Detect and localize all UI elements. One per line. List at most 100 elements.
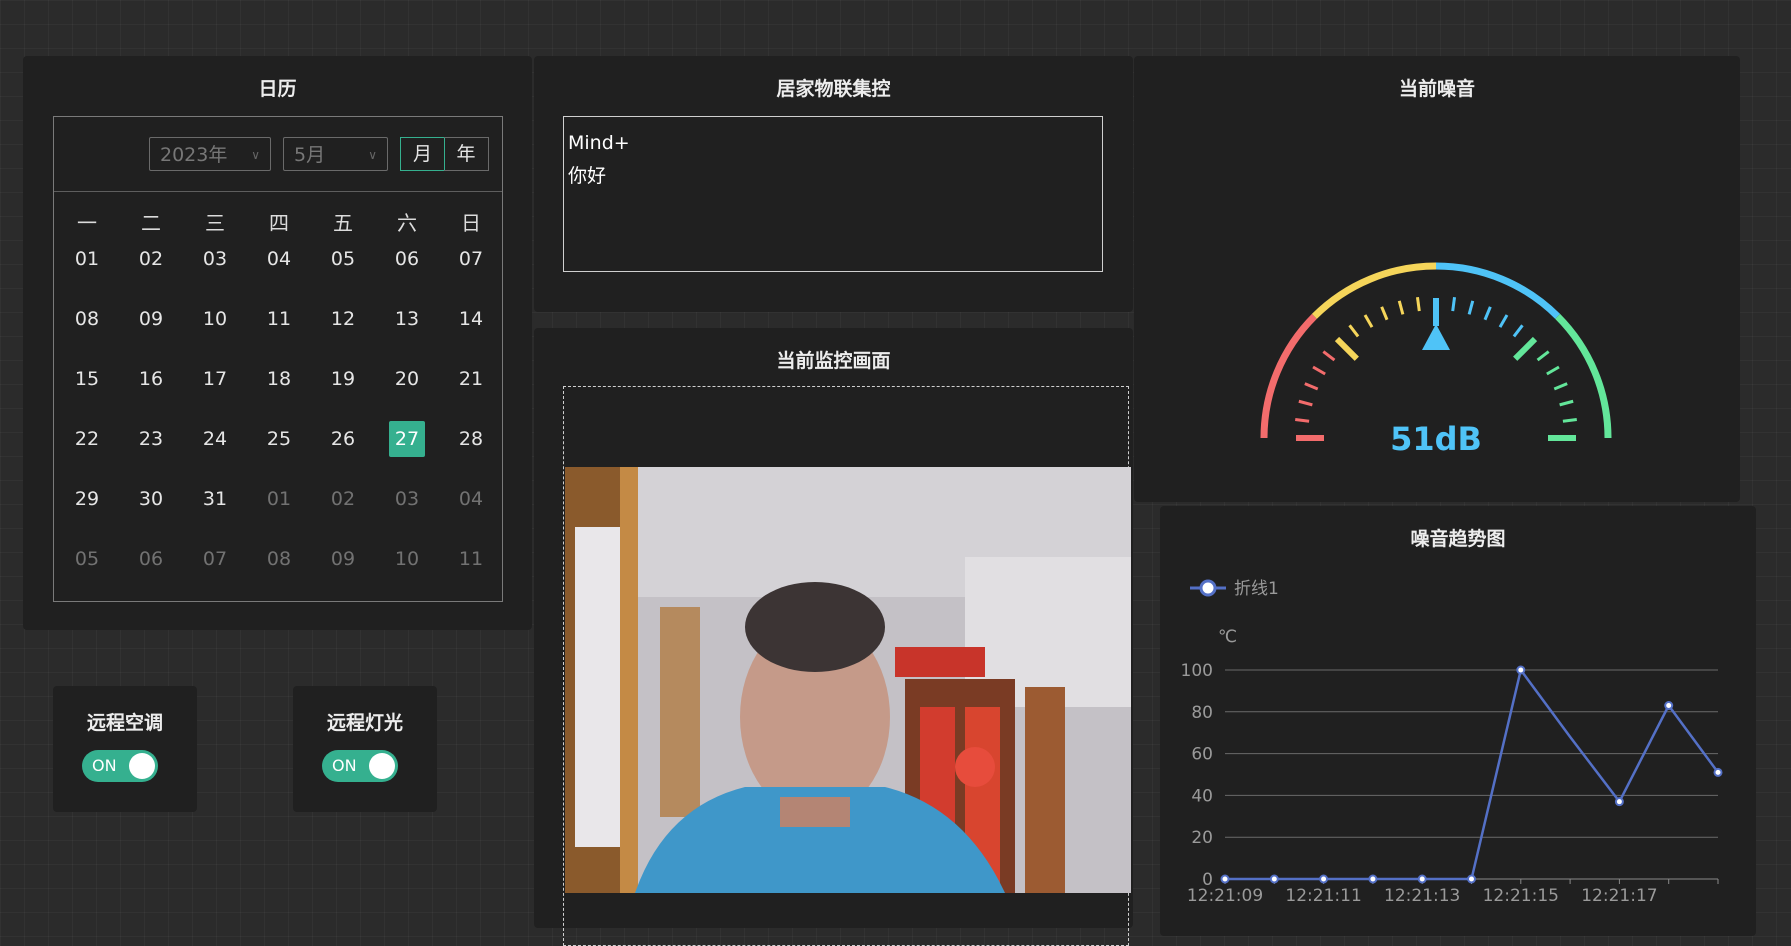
light-toggle-state: ON bbox=[332, 756, 357, 775]
mode-month-button[interactable]: 月 bbox=[400, 137, 445, 171]
chevron-down-icon: ∨ bbox=[368, 148, 377, 162]
weekday-row: 一二三四五六日 bbox=[54, 207, 502, 237]
weekday-label: 六 bbox=[397, 211, 417, 235]
gauge-tick bbox=[1348, 324, 1360, 338]
chevron-down-icon: ∨ bbox=[251, 148, 260, 162]
calendar-day[interactable]: 31 bbox=[197, 481, 233, 517]
calendar-day[interactable]: 03 bbox=[197, 241, 233, 277]
calendar-day[interactable]: 08 bbox=[69, 301, 105, 337]
calendar-day[interactable]: 20 bbox=[389, 361, 425, 397]
gauge-tick bbox=[1546, 365, 1560, 376]
y-tick-label: 20 bbox=[1191, 828, 1213, 848]
year-select[interactable]: 2023年 ∨ bbox=[149, 137, 271, 171]
gauge-tick bbox=[1467, 300, 1475, 315]
y-tick-label: 60 bbox=[1191, 745, 1213, 765]
noise-title: 当前噪音 bbox=[1398, 78, 1475, 100]
calendar-day[interactable]: 02 bbox=[325, 481, 361, 517]
ac-toggle-state: ON bbox=[92, 756, 117, 775]
calendar-day[interactable]: 01 bbox=[69, 241, 105, 277]
home-control-panel: 居家物联集控 Mind+ 你好 bbox=[534, 56, 1133, 312]
calendar-day[interactable]: 26 bbox=[325, 421, 361, 457]
x-tick-label: 12:21:11 bbox=[1285, 886, 1361, 906]
calendar-day[interactable]: 07 bbox=[197, 541, 233, 577]
calendar-day[interactable]: 23 bbox=[133, 421, 169, 457]
calendar-day[interactable]: 12 bbox=[325, 301, 361, 337]
calendar-day[interactable]: 05 bbox=[325, 241, 361, 277]
message-box: Mind+ 你好 bbox=[563, 116, 1103, 272]
calendar-day[interactable]: 07 bbox=[453, 241, 489, 277]
calendar-day[interactable]: 09 bbox=[133, 301, 169, 337]
camera-feed bbox=[565, 467, 1131, 893]
gauge-tick bbox=[1559, 399, 1574, 407]
calendar-day[interactable]: 10 bbox=[389, 541, 425, 577]
calendar-day[interactable]: 04 bbox=[261, 241, 297, 277]
gauge-tick bbox=[1553, 382, 1568, 391]
month-select[interactable]: 5月 ∨ bbox=[283, 137, 388, 171]
monitor-title: 当前监控画面 bbox=[776, 350, 891, 372]
data-point bbox=[1319, 874, 1329, 884]
gauge-tick bbox=[1334, 336, 1359, 361]
weekday-label: 三 bbox=[205, 211, 225, 235]
calendar-day[interactable]: 02 bbox=[133, 241, 169, 277]
noise-value: 51dB bbox=[1390, 420, 1482, 458]
calendar-header: 2023年 ∨ 5月 ∨ 月 年 bbox=[54, 117, 502, 192]
calendar-day[interactable]: 27 bbox=[389, 421, 425, 457]
calendar-day[interactable]: 03 bbox=[389, 481, 425, 517]
data-point bbox=[1713, 767, 1723, 777]
calendar-day[interactable]: 06 bbox=[133, 541, 169, 577]
x-tick-label: 12:21:15 bbox=[1483, 886, 1559, 906]
calendar-day[interactable]: 21 bbox=[453, 361, 489, 397]
gauge-tick bbox=[1536, 350, 1550, 362]
calendar-day[interactable]: 17 bbox=[197, 361, 233, 397]
calendar-day[interactable]: 10 bbox=[197, 301, 233, 337]
calendar-day[interactable]: 24 bbox=[197, 421, 233, 457]
calendar-day[interactable]: 11 bbox=[261, 301, 297, 337]
ac-toggle[interactable]: ON bbox=[82, 750, 158, 782]
mode-year-button[interactable]: 年 bbox=[444, 137, 489, 171]
calendar-day[interactable]: 13 bbox=[389, 301, 425, 337]
gauge-pointer bbox=[1422, 324, 1450, 350]
data-point bbox=[1664, 701, 1674, 711]
calendar-day[interactable]: 05 bbox=[69, 541, 105, 577]
gauge-tick bbox=[1304, 382, 1319, 391]
y-tick-label: 80 bbox=[1191, 703, 1213, 723]
gauge-tick bbox=[1380, 306, 1389, 321]
y-tick-label: 40 bbox=[1191, 786, 1213, 806]
light-toggle[interactable]: ON bbox=[322, 750, 398, 782]
calendar-day[interactable]: 16 bbox=[133, 361, 169, 397]
gauge-tick bbox=[1312, 365, 1326, 376]
data-point bbox=[1368, 874, 1378, 884]
calendar-day[interactable]: 29 bbox=[69, 481, 105, 517]
calendar-day[interactable]: 09 bbox=[325, 541, 361, 577]
camera-feed-image bbox=[565, 467, 1131, 893]
calendar-day[interactable]: 25 bbox=[261, 421, 297, 457]
x-tick-label: 12:21:13 bbox=[1384, 886, 1460, 906]
calendar-day[interactable]: 22 bbox=[69, 421, 105, 457]
data-point bbox=[1516, 665, 1526, 675]
data-point bbox=[1220, 874, 1230, 884]
calendar-day[interactable]: 14 bbox=[453, 301, 489, 337]
calendar-day[interactable]: 06 bbox=[389, 241, 425, 277]
toggle-knob bbox=[369, 753, 395, 779]
home-control-title: 居家物联集控 bbox=[776, 78, 891, 100]
calendar-day[interactable]: 19 bbox=[325, 361, 361, 397]
calendar-day[interactable]: 08 bbox=[261, 541, 297, 577]
calendar-day[interactable]: 01 bbox=[261, 481, 297, 517]
calendar-day[interactable]: 18 bbox=[261, 361, 297, 397]
x-tick-label: 12:21:17 bbox=[1581, 886, 1657, 906]
weekday-label: 一 bbox=[77, 211, 97, 235]
calendar-day[interactable]: 28 bbox=[453, 421, 489, 457]
calendar: 2023年 ∨ 5月 ∨ 月 年 一 二 三 四 五 六 日 01 02 03 04 05 06 07 0… bbox=[53, 116, 503, 602]
calendar-day[interactable]: 30 bbox=[133, 481, 169, 517]
calendar-day[interactable]: 15 bbox=[69, 361, 105, 397]
y-axis-label: ℃ bbox=[1218, 627, 1237, 647]
calendar-day[interactable]: 04 bbox=[453, 481, 489, 517]
legend-label: 折线1 bbox=[1234, 579, 1279, 599]
month-select-value: 5月 bbox=[294, 144, 326, 166]
data-point bbox=[1269, 874, 1279, 884]
weekday-label: 日 bbox=[461, 211, 481, 235]
message-line: Mind+ bbox=[568, 132, 630, 154]
ac-switch-title: 远程空调 bbox=[86, 712, 163, 734]
calendar-day[interactable]: 11 bbox=[453, 541, 489, 577]
trend-chart: 折线1℃02040608010012:21:09 12:21:11 12:21:13… bbox=[1181, 579, 1723, 906]
